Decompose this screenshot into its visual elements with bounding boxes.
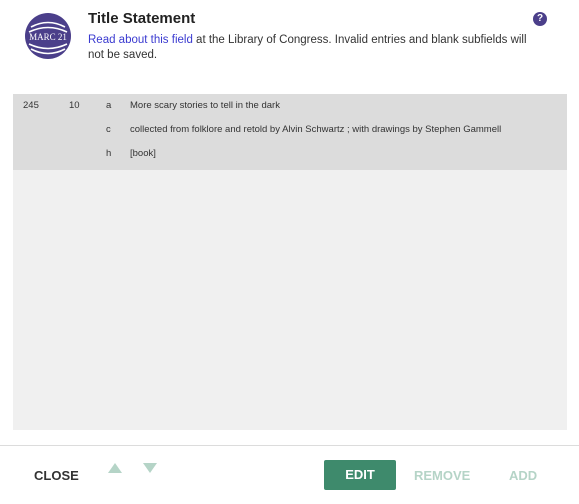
action-footer: CLOSE EDIT REMOVE ADD	[0, 446, 579, 504]
marc21-logo-icon: MARC 21	[25, 13, 71, 59]
subfield-value: collected from folklore and retold by Al…	[130, 124, 502, 135]
field-panel: 245 10 a More scary stories to tell in t…	[13, 94, 567, 430]
help-icon[interactable]: ?	[533, 12, 547, 26]
read-about-link[interactable]: Read about this field	[88, 34, 193, 46]
subfield-row: h [book]	[13, 142, 567, 166]
subfield-row: 245 10 a More scary stories to tell in t…	[13, 94, 567, 118]
field-tag: 245	[23, 100, 39, 111]
arrow-up-icon[interactable]	[108, 463, 122, 473]
edit-button[interactable]: EDIT	[324, 460, 396, 490]
subfield-code: h	[106, 148, 112, 159]
subfield-code: c	[106, 124, 111, 135]
add-button[interactable]: ADD	[509, 468, 537, 483]
field-header: MARC 21 Title Statement Read about this …	[0, 0, 579, 90]
subfield-code: a	[106, 100, 112, 111]
field-indicators: 10	[69, 100, 80, 111]
logo-text: MARC 21	[29, 32, 67, 42]
subfield-value: [book]	[130, 148, 156, 159]
subfield-value: More scary stories to tell in the dark	[130, 100, 280, 111]
field-description: Read about this field at the Library of …	[88, 33, 528, 63]
field-title: Title Statement	[88, 10, 196, 27]
arrow-down-icon[interactable]	[143, 463, 157, 473]
remove-button[interactable]: REMOVE	[414, 468, 470, 483]
marc-record[interactable]: 245 10 a More scary stories to tell in t…	[13, 94, 567, 170]
subfield-row: c collected from folklore and retold by …	[13, 118, 567, 142]
close-button[interactable]: CLOSE	[34, 468, 79, 483]
